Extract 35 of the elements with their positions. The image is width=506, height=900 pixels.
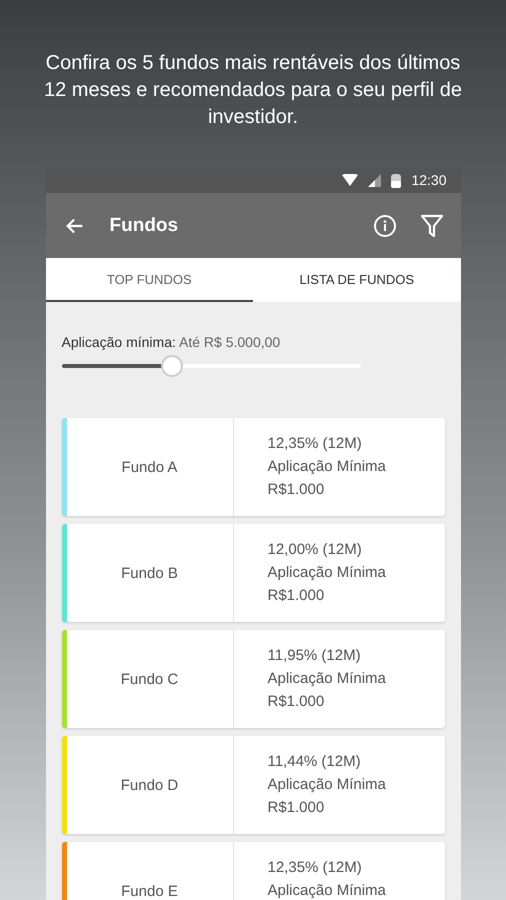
filter-text: Aplicação mínima: Até R$ 5.000,00 bbox=[62, 334, 282, 350]
fund-name: Fundo D bbox=[66, 736, 234, 834]
fund-name: Fundo B bbox=[66, 524, 234, 622]
slider-thumb[interactable] bbox=[161, 355, 184, 377]
fund-detail: R$1.000 bbox=[268, 586, 326, 606]
signal-icon bbox=[368, 174, 382, 186]
fund-detail: Aplicação Mínima bbox=[268, 563, 386, 583]
battery-icon bbox=[391, 172, 402, 188]
fund-detail: 11,95% (12M) bbox=[268, 646, 362, 666]
fund-card[interactable]: Fundo E 12,35% (12M) Aplicação Mínima bbox=[62, 842, 444, 900]
filter-icon[interactable] bbox=[420, 214, 442, 238]
fund-detail: R$1.000 bbox=[268, 798, 326, 818]
fund-card[interactable]: Fundo A 12,35% (12M) Aplicação Mínima R$1.000 bbox=[62, 418, 444, 516]
fund-detail: R$1.000 bbox=[268, 692, 326, 712]
fund-detail: R$1.000 bbox=[268, 480, 326, 500]
slider-track[interactable] bbox=[62, 354, 360, 378]
fund-name: Fundo A bbox=[66, 418, 234, 516]
fund-detail: Aplicação Mínima bbox=[268, 881, 386, 900]
fund-name: Fundo E bbox=[66, 842, 234, 900]
app-bar-title: Fundos bbox=[110, 214, 180, 236]
fund-card[interactable]: Fundo C 11,95% (12M) Aplicação Mínima R$1.000 bbox=[62, 630, 444, 728]
fund-detail: 11,44% (12M) bbox=[268, 752, 362, 772]
info-icon[interactable] bbox=[372, 214, 396, 238]
fund-name: Fundo C bbox=[66, 630, 234, 728]
fund-detail: 12,00% (12M) bbox=[268, 540, 363, 560]
fund-card[interactable]: Fundo D 11,44% (12M) Aplicação Mínima R$1.000 bbox=[62, 736, 444, 834]
fund-detail: 12,35% (12M) bbox=[268, 434, 363, 454]
wifi-icon bbox=[342, 174, 358, 186]
fund-detail: 12,35% (12M) bbox=[268, 858, 363, 878]
clock: 12:30 bbox=[411, 172, 446, 188]
headline: Confira os 5 fundos mais rentáveis dos últimos 12 meses e recomendados para o seu perfil de investidor. bbox=[42, 51, 464, 130]
fund-detail: Aplicação Mínima bbox=[268, 669, 386, 689]
fund-detail: Aplicação Mínima bbox=[268, 775, 386, 795]
fund-detail: Aplicação Mínima bbox=[268, 457, 386, 477]
fund-card[interactable]: Fundo B 12,00% (12M) Aplicação Mínima R$1.000 bbox=[62, 524, 444, 622]
